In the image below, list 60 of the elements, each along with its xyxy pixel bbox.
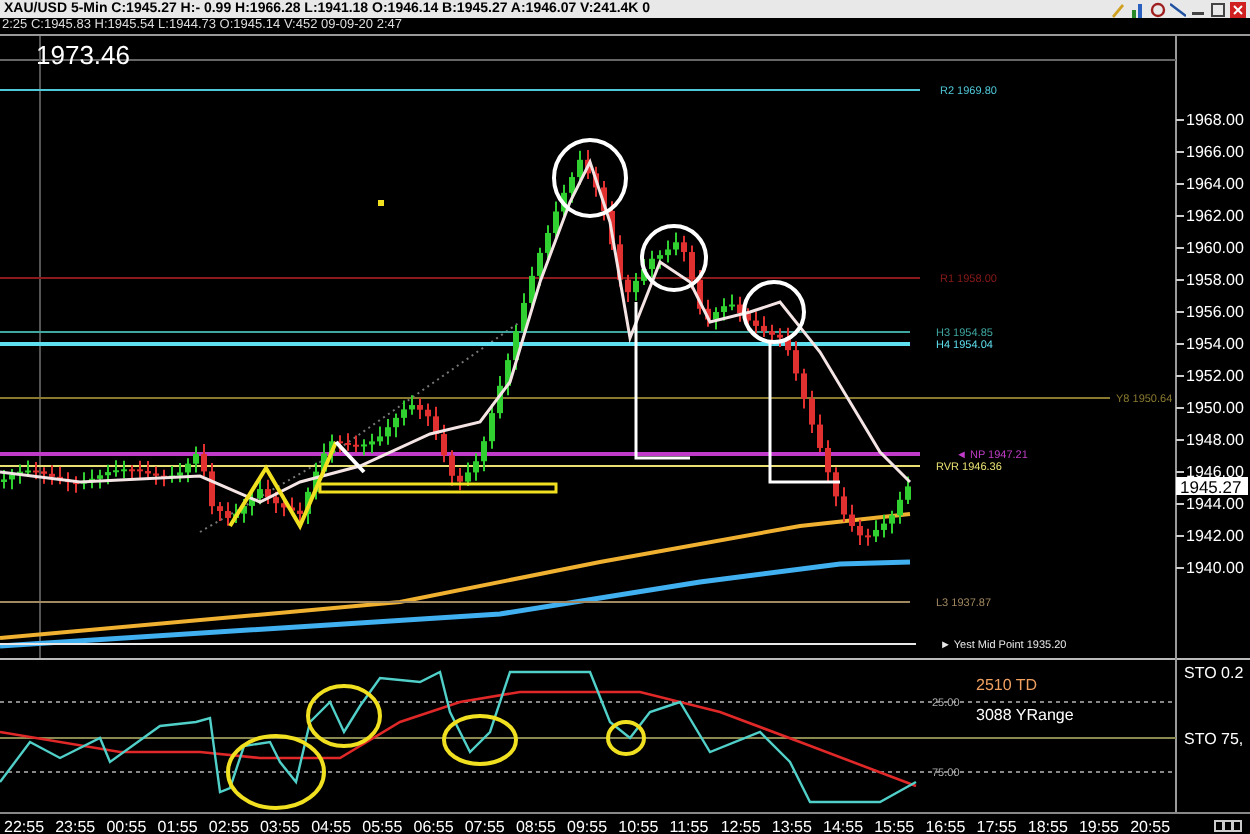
time-axis-label: 07:55 <box>464 817 507 834</box>
time-axis-label: 00:55 <box>106 817 149 834</box>
time-axis-label: 03:55 <box>259 817 302 834</box>
circle-icon[interactable] <box>1150 1 1166 17</box>
highlight-ellipse <box>306 684 382 748</box>
price-tick-label: 1968.00 <box>1186 111 1244 129</box>
time-axis-label: 05:55 <box>362 817 405 834</box>
price-tick-label: 1942.00 <box>1186 527 1244 545</box>
price-tick-label: 1958.00 <box>1186 271 1244 289</box>
time-axis-label: 08:55 <box>515 817 558 834</box>
legend-label: 2510 TD <box>976 676 1038 694</box>
time-axis-label: 20:55 <box>1130 817 1173 834</box>
time-axis-label: 23:55 <box>55 817 98 834</box>
annotation-line <box>768 342 840 484</box>
time-axis-label: 10:55 <box>618 817 661 834</box>
time-axis-label: 04:55 <box>311 817 354 834</box>
time-axis-label: 15:55 <box>874 817 917 834</box>
highlight-ellipse <box>226 734 326 810</box>
price-tick-label: 1940.00 <box>1186 559 1244 577</box>
peak-circle <box>742 280 806 344</box>
highlight-ellipse <box>442 714 518 766</box>
time-axis-label: 02:55 <box>208 817 251 834</box>
line-tool-icon[interactable] <box>1170 1 1186 17</box>
current-price-label: 1945.27 <box>1176 476 1248 497</box>
high-price-label: 1973.46 <box>36 40 130 70</box>
scroll-control-icon[interactable] <box>1214 820 1242 832</box>
time-axis-label: 13:55 <box>771 817 814 834</box>
time-axis-label: 19:55 <box>1078 817 1121 834</box>
time-axis-label: 18:55 <box>1027 817 1070 834</box>
time-axis-label: 22:55 <box>4 817 47 834</box>
price-tick-label: 1954.00 <box>1186 335 1244 353</box>
price-tick-label: 1946.00 <box>1186 463 1244 481</box>
time-axis-label: 01:55 <box>157 817 200 834</box>
time-axis-label: 11:55 <box>669 817 711 834</box>
price-tick-label: 1962.00 <box>1186 207 1244 225</box>
highlight-ellipse <box>606 720 646 756</box>
time-axis-label: 14:55 <box>823 817 866 834</box>
price-tick-label: 1950.00 <box>1186 399 1244 417</box>
legend-label: 3088 YRange <box>976 706 1074 724</box>
maximize-icon[interactable] <box>1210 1 1226 17</box>
price-tick-label: 1944.00 <box>1186 495 1244 513</box>
price-tick-label: 1960.00 <box>1186 239 1244 257</box>
price-tick-label: 1964.00 <box>1186 175 1244 193</box>
bar-chart-icon[interactable] <box>1130 1 1146 17</box>
price-tick-label: 1966.00 <box>1186 143 1244 161</box>
peak-circle <box>552 138 628 218</box>
price-tick-label: 1956.00 <box>1186 303 1244 321</box>
zigzag-line <box>228 441 338 531</box>
price-tick-label: 1948.00 <box>1186 431 1244 449</box>
indicator-axis-label: STO 0.2 <box>1184 664 1244 682</box>
annotation-line <box>334 440 366 474</box>
price-tick-label: 1952.00 <box>1186 367 1244 385</box>
time-axis-label: 12:55 <box>720 817 763 834</box>
indicator-axis-label: STO 75, <box>1184 730 1244 748</box>
time-axis-label: 17:55 <box>976 817 1019 834</box>
time-axis-label: 06:55 <box>413 817 456 834</box>
peak-circle <box>640 224 708 292</box>
close-icon[interactable] <box>1230 1 1246 17</box>
time-axis-label: 09:55 <box>567 817 610 834</box>
time-axis-label: 16:55 <box>925 817 968 834</box>
